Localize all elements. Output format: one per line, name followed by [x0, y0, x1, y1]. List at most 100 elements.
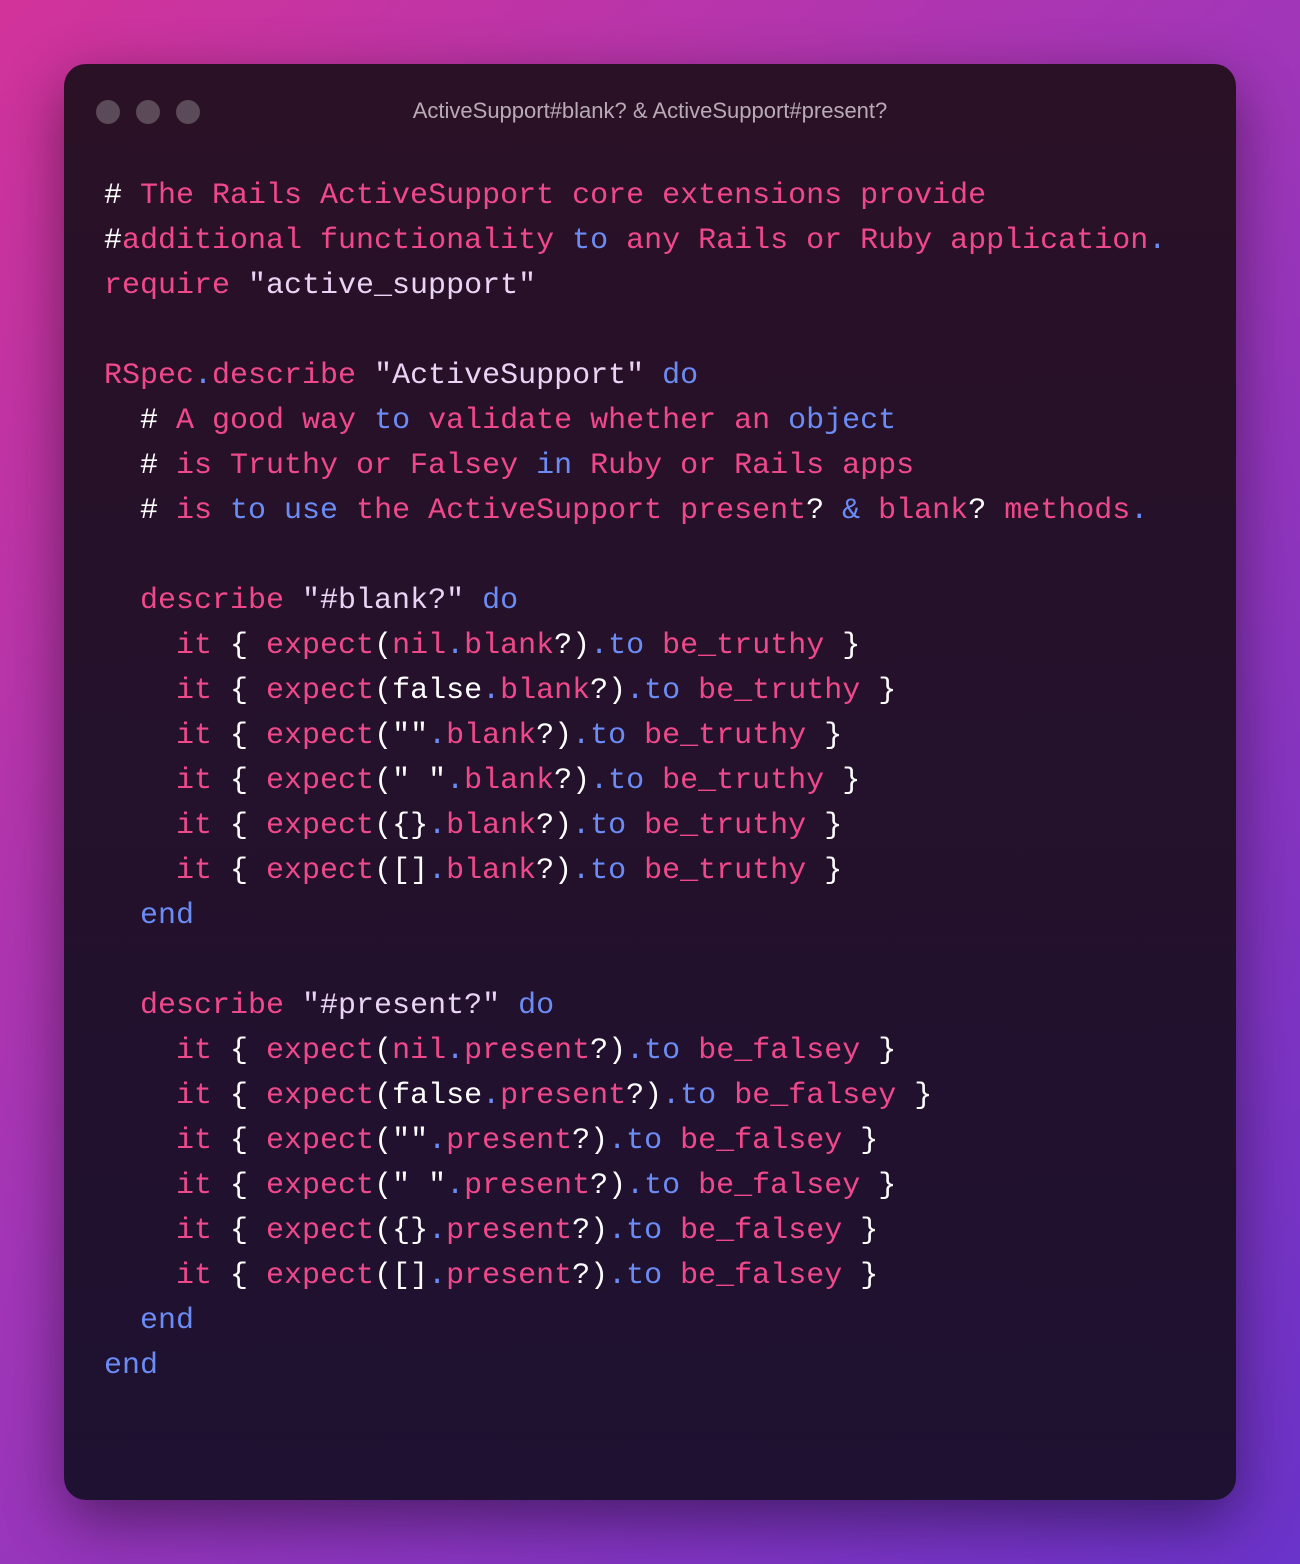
code-token: ?) — [626, 1079, 663, 1113]
code-token: it — [104, 629, 231, 663]
code-token: be_truthy — [626, 719, 825, 753]
code-token: . — [1148, 224, 1167, 258]
code-token: .to — [626, 1169, 681, 1203]
code-token: .to — [662, 1079, 717, 1113]
code-token: be_truthy — [626, 854, 825, 888]
code-token: it — [104, 1124, 231, 1158]
code-token: expect — [266, 1079, 375, 1113]
code-token: do — [464, 584, 519, 618]
code-token: ?) — [590, 1169, 627, 1203]
code-token: { — [230, 1034, 267, 1068]
code-token: ?) — [590, 674, 627, 708]
code-token: blank — [464, 629, 555, 663]
code-token: present — [500, 1079, 627, 1113]
code-token: be_truthy — [644, 629, 843, 663]
code-token: be_falsey — [680, 1169, 879, 1203]
code-token: } — [860, 1259, 879, 1293]
code-line: # A good way to validate whether an obje… — [104, 399, 1166, 444]
code-token: "active_support" — [248, 269, 537, 303]
code-token: expect — [266, 1259, 375, 1293]
code-window: ActiveSupport#blank? & ActiveSupport#pre… — [64, 64, 1236, 1500]
code-token: { — [230, 1124, 267, 1158]
code-token: } — [824, 719, 843, 753]
code-token: present — [446, 1124, 573, 1158]
code-token: validate whether an — [410, 404, 789, 438]
code-line: describe "#present?" do — [104, 984, 1166, 1029]
code-line: end — [104, 1344, 1166, 1389]
code-token: end — [104, 899, 195, 933]
code-token: ?) — [554, 629, 591, 663]
code-line: # The Rails ActiveSupport core extension… — [104, 174, 1166, 219]
code-token: to — [572, 224, 609, 258]
code-token: . — [428, 854, 447, 888]
code-token: .to — [608, 1214, 663, 1248]
code-token: & — [842, 494, 861, 528]
code-token: nil — [392, 629, 447, 663]
code-token: . — [428, 1124, 447, 1158]
code-line: it { expect(" ".present?).to be_falsey } — [104, 1164, 1166, 1209]
code-token: "#blank?" — [302, 584, 465, 618]
code-token: present — [464, 1034, 591, 1068]
code-line: #additional functionality to any Rails o… — [104, 219, 1166, 264]
code-token: be_falsey — [662, 1124, 861, 1158]
code-token: blank — [860, 494, 969, 528]
code-token: A good way — [176, 404, 375, 438]
code-token: } — [824, 854, 843, 888]
code-token: expect — [266, 719, 375, 753]
code-token: (false — [374, 674, 483, 708]
code-token: . — [428, 809, 447, 843]
code-token: be_falsey — [662, 1259, 861, 1293]
code-token: } — [842, 629, 861, 663]
code-token: .to — [590, 629, 645, 663]
code-token: it — [104, 674, 231, 708]
code-token: ? — [968, 494, 1005, 528]
code-token: describe — [104, 989, 303, 1023]
code-token: { — [230, 854, 267, 888]
code-token: .to — [572, 854, 627, 888]
code-token: expect — [266, 854, 375, 888]
code-token: . — [428, 719, 447, 753]
code-token: blank — [464, 764, 555, 798]
code-token: ?) — [554, 764, 591, 798]
code-token: it — [104, 854, 231, 888]
code-token: # — [104, 224, 123, 258]
code-token: end — [104, 1304, 195, 1338]
code-line: end — [104, 1299, 1166, 1344]
code-token: expect — [266, 629, 375, 663]
code-token: (" " — [374, 1169, 447, 1203]
code-token: ({} — [374, 809, 429, 843]
code-token: { — [230, 1259, 267, 1293]
code-token: } — [878, 1034, 897, 1068]
code-token: end — [104, 1349, 159, 1383]
code-token: ?) — [572, 1259, 609, 1293]
code-token: additional functionality — [122, 224, 573, 258]
code-token: it — [104, 1034, 231, 1068]
code-line: it { expect("".blank?).to be_truthy } — [104, 714, 1166, 759]
code-token: } — [878, 1169, 897, 1203]
code-token: .to — [572, 719, 627, 753]
code-token: be_truthy — [626, 809, 825, 843]
code-token: } — [878, 674, 897, 708]
code-token: .to — [626, 1034, 681, 1068]
code-token: present — [446, 1259, 573, 1293]
code-token: Ruby or Rails apps — [572, 449, 915, 483]
code-token: . — [446, 1034, 465, 1068]
code-token: require — [104, 269, 249, 303]
code-line: it { expect(false.blank?).to be_truthy } — [104, 669, 1166, 714]
code-line: require "active_support" — [104, 264, 1166, 309]
code-token: object — [788, 404, 897, 438]
code-token: ?) — [536, 809, 573, 843]
code-token: blank — [446, 809, 537, 843]
code-token: { — [230, 809, 267, 843]
code-token: { — [230, 674, 267, 708]
code-token: . — [446, 764, 465, 798]
code-token: ( — [374, 629, 393, 663]
code-token: to — [374, 404, 411, 438]
code-line: RSpec.describe "ActiveSupport" do — [104, 354, 1166, 399]
code-token: . — [428, 1214, 447, 1248]
code-line: it { expect(nil.present?).to be_falsey } — [104, 1029, 1166, 1074]
code-token: expect — [266, 1034, 375, 1068]
code-token: do — [500, 989, 555, 1023]
code-token: expect — [266, 764, 375, 798]
